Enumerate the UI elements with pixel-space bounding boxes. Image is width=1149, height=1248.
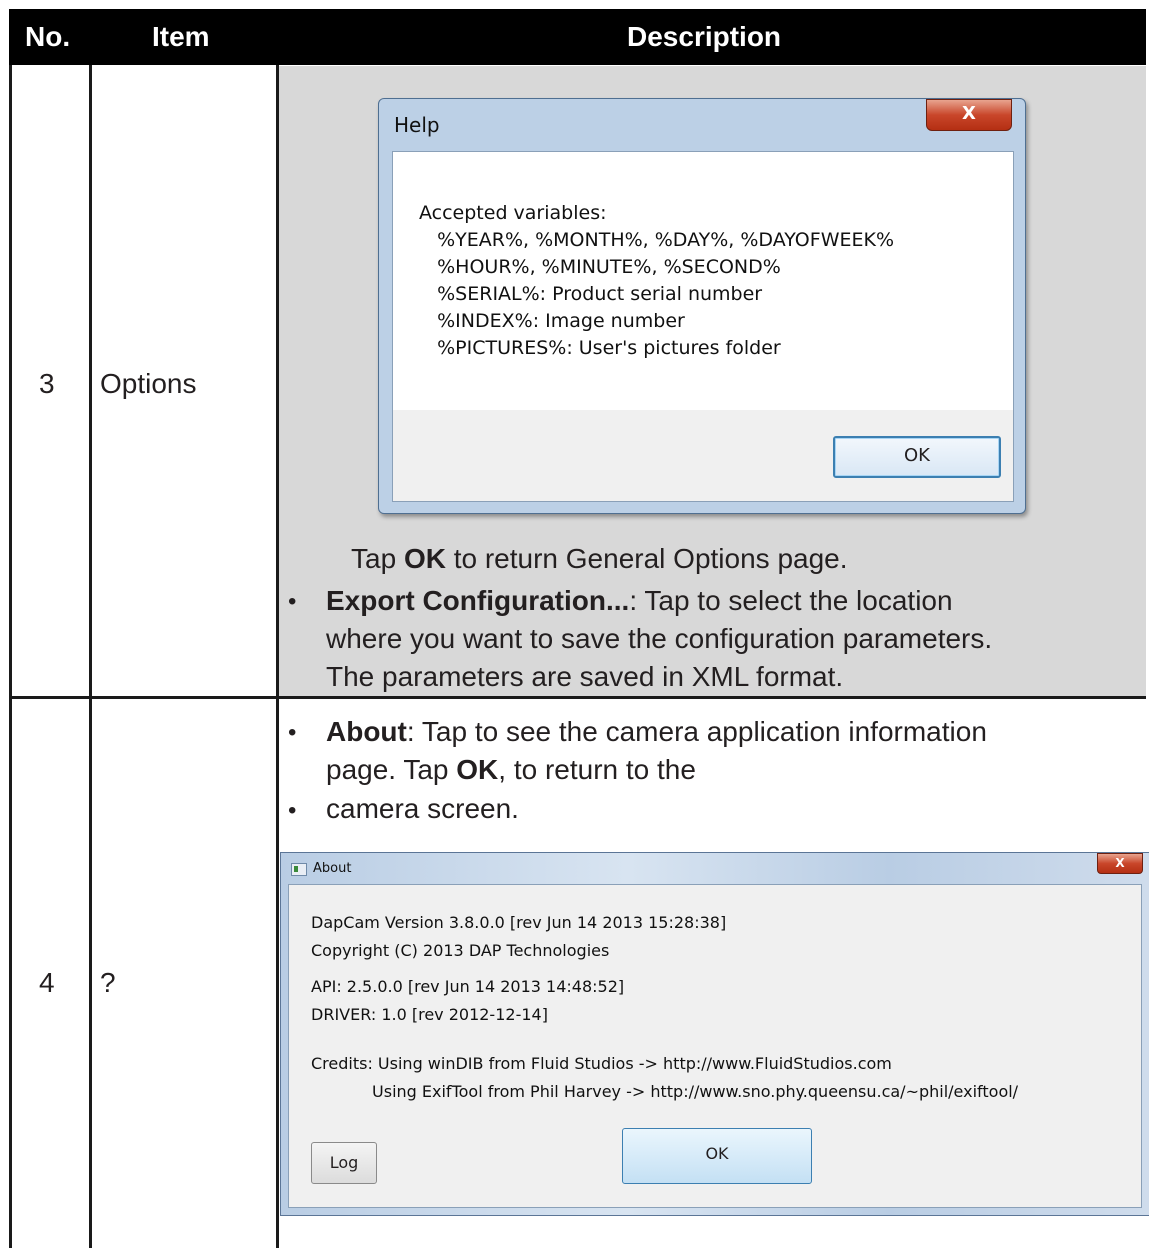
- about-dialog-body: DapCam Version 3.8.0.0 [rev Jun 14 2013 …: [288, 884, 1142, 1208]
- about-desc: : Tap to see the camera application info…: [406, 716, 987, 747]
- about-line-2-prefix: page. Tap: [326, 754, 457, 785]
- help-dialog-footer: OK: [393, 410, 1013, 501]
- about-dialog-title: About: [313, 861, 352, 876]
- tap-ok-prefix: Tap: [351, 543, 404, 574]
- help-line: %YEAR%, %MONTH%, %DAY%, %DAYOFWEEK%: [419, 229, 894, 251]
- bullet-icon: •: [288, 719, 297, 746]
- column-divider-2: [276, 65, 279, 1248]
- tap-ok-bold: OK: [403, 543, 446, 574]
- help-line: %HOUR%, %MINUTE%, %SECOND%: [419, 256, 781, 278]
- credits-line-2: Using ExifTool from Phil Harvey -> http:…: [311, 1082, 1019, 1101]
- table-header: No. Item Description: [9, 9, 1146, 65]
- about-dialog: About X DapCam Version 3.8.0.0 [rev Jun …: [280, 852, 1149, 1216]
- tap-ok-text: Tap OK to return General Options page.: [351, 540, 848, 578]
- copyright-text: Copyright (C) 2013 DAP Technologies: [311, 941, 610, 960]
- bullet-icon: •: [288, 588, 297, 615]
- header-item: Item: [152, 21, 210, 52]
- about-line-1: About: Tap to see the camera application…: [326, 713, 987, 751]
- api-text: API: 2.5.0.0 [rev Jun 14 2013 14:48:52]: [311, 977, 625, 996]
- about-line-2: page. Tap OK, to return to the: [326, 751, 696, 789]
- help-line: %SERIAL%: Product serial number: [419, 283, 763, 305]
- export-config-desc: : Tap to select the location: [629, 585, 953, 616]
- close-icon: X: [1115, 856, 1125, 870]
- driver-text: DRIVER: 1.0 [rev 2012-12-14]: [311, 1005, 548, 1024]
- help-dialog: Help X Accepted variables: %YEAR%, %MONT…: [378, 98, 1026, 514]
- row-4-number: 4: [39, 967, 55, 998]
- header-description: Description: [627, 21, 782, 52]
- export-config-line-2: where you want to save the configuration…: [326, 623, 993, 654]
- about-line-3: camera screen.: [326, 793, 519, 824]
- help-line: %INDEX%: Image number: [419, 310, 685, 332]
- version-text: DapCam Version 3.8.0.0 [rev Jun 14 2013 …: [311, 913, 727, 932]
- row-3-item: Options: [100, 368, 197, 399]
- row-4-item: ?: [100, 967, 116, 998]
- help-dialog-title: Help: [394, 113, 440, 137]
- help-variables-text: Accepted variables: %YEAR%, %MONTH%, %DA…: [419, 200, 894, 362]
- export-config-label: Export Configuration...: [326, 585, 630, 616]
- help-close-button[interactable]: X: [926, 99, 1012, 131]
- app-window-icon: [291, 863, 307, 876]
- header-no: No.: [25, 21, 71, 52]
- help-ok-button[interactable]: OK: [833, 436, 1001, 478]
- help-line: Accepted variables:: [419, 202, 607, 224]
- about-label: About: [326, 716, 407, 747]
- help-dialog-body: Accepted variables: %YEAR%, %MONTH%, %DA…: [392, 151, 1014, 502]
- log-button[interactable]: Log: [311, 1142, 377, 1184]
- export-config-line-1: Export Configuration...: Tap to select t…: [326, 582, 953, 620]
- row-divider: [9, 696, 1146, 699]
- table-border-left: [9, 65, 12, 1248]
- about-line-2-suffix: , to return to the: [498, 754, 696, 785]
- export-config-line-3: The parameters are saved in XML format.: [326, 661, 844, 692]
- help-line: %PICTURES%: User's pictures folder: [419, 337, 781, 359]
- credits-line-1: Credits: Using winDIB from Fluid Studios…: [311, 1054, 892, 1073]
- close-icon: X: [962, 103, 976, 124]
- about-ok-button[interactable]: OK: [622, 1128, 812, 1184]
- row-3-number: 3: [39, 368, 55, 399]
- bullet-icon: •: [288, 797, 297, 824]
- about-ok-bold: OK: [456, 754, 499, 785]
- about-close-button[interactable]: X: [1097, 853, 1143, 874]
- tap-ok-suffix: to return General Options page.: [445, 543, 848, 574]
- column-divider-1: [89, 65, 92, 1248]
